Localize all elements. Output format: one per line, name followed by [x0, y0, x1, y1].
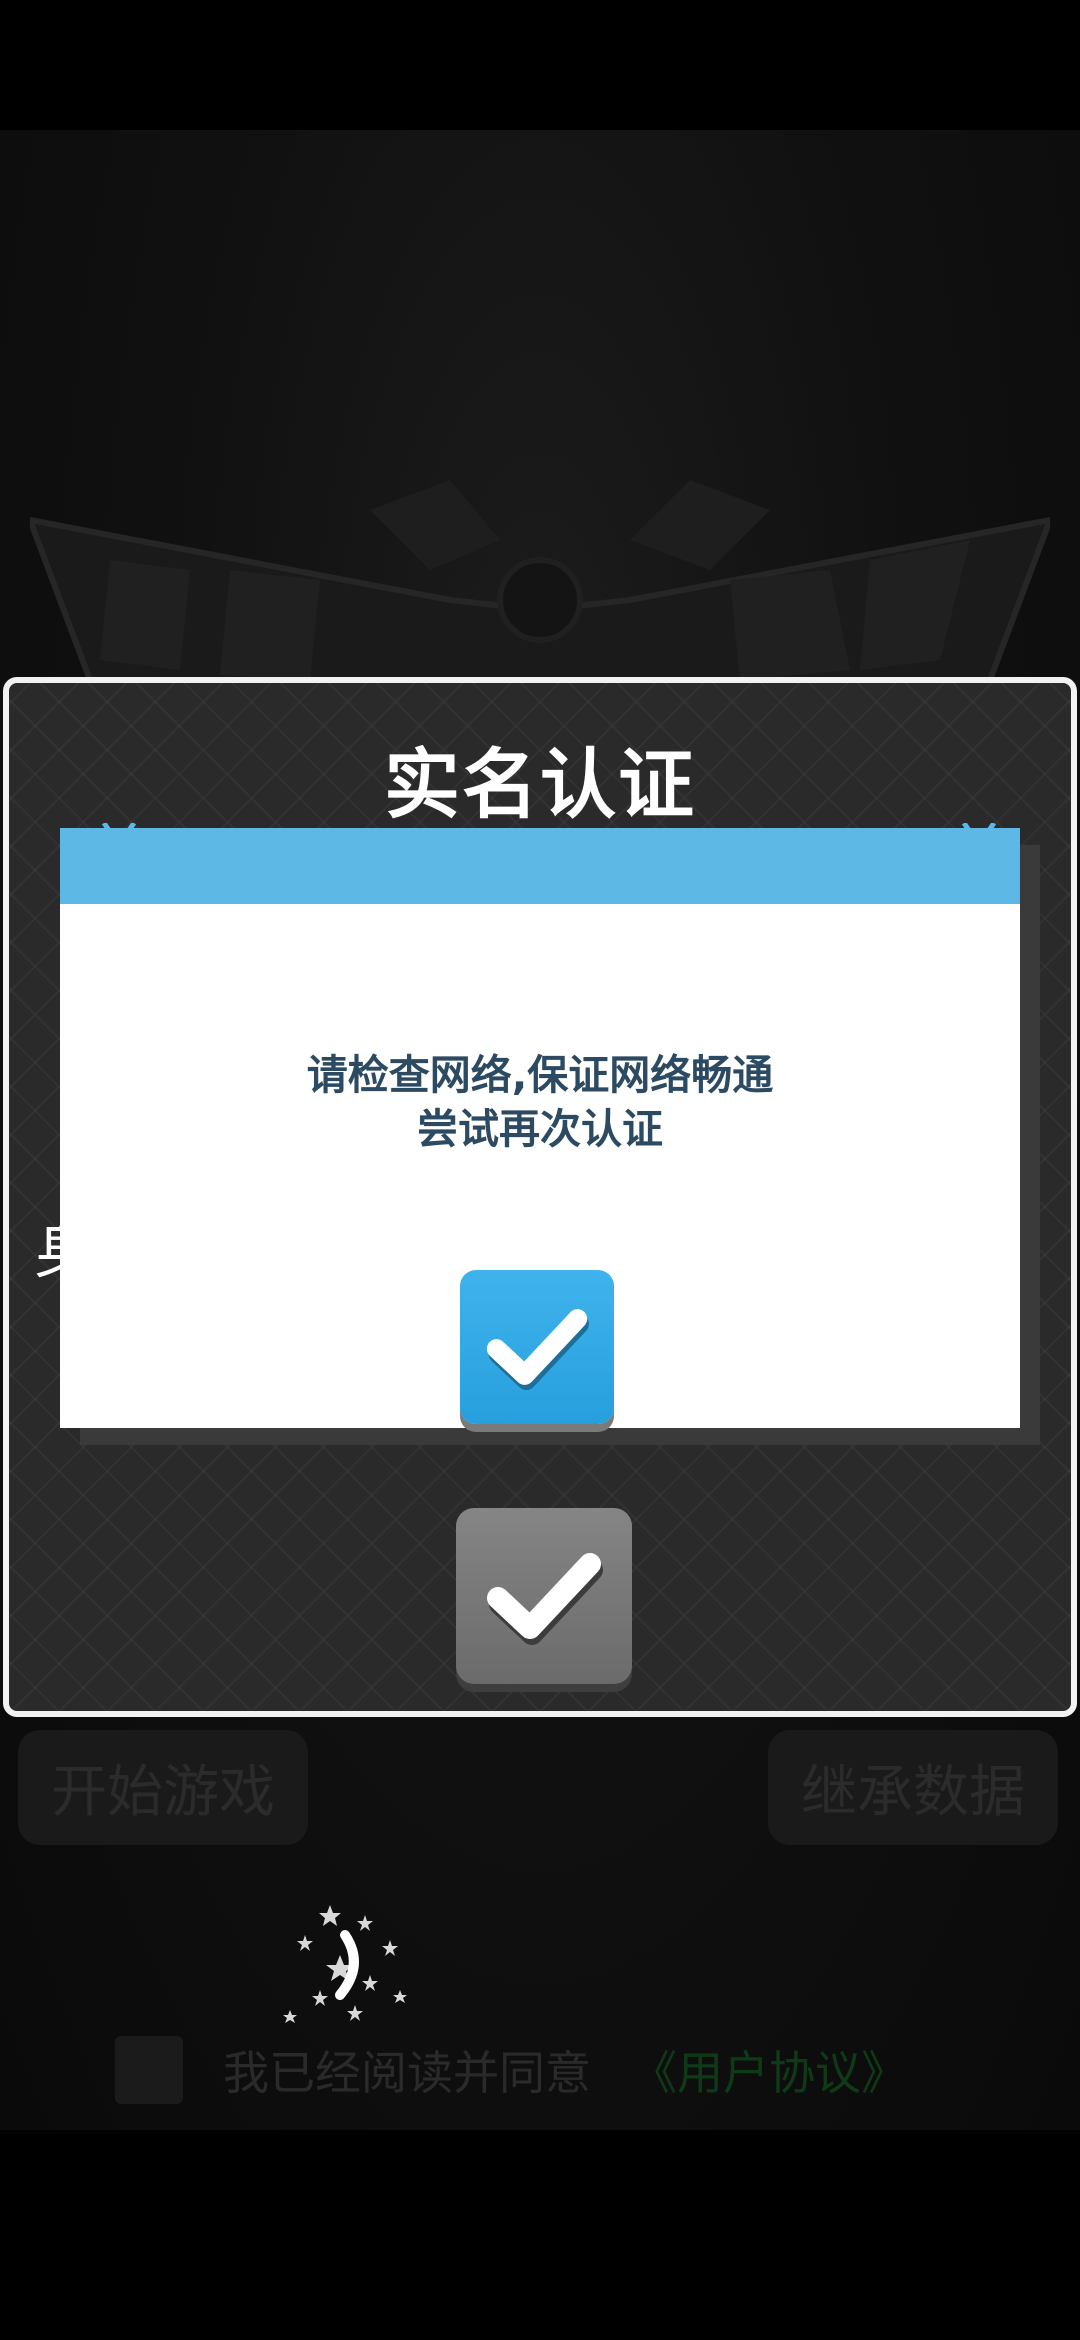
agreement-checkbox	[115, 2036, 183, 2104]
sparkle-effect	[283, 1905, 407, 2023]
alert-message-line2: 尝试再次认证	[417, 1105, 663, 1153]
alert-header-bar	[60, 828, 1020, 904]
checkmark-icon	[486, 1309, 589, 1391]
dialog-confirm-button[interactable]	[456, 1508, 632, 1684]
user-agreement-link: 《用户协议》	[631, 2046, 907, 2100]
alert-confirm-button[interactable]	[460, 1270, 614, 1424]
dialog-title: 实名认证	[384, 740, 696, 829]
agreement-row: 我已经阅读并同意 《用户协议》	[115, 2030, 907, 2110]
network-alert-dialog: 请检查网络,保证网络畅通 尝试再次认证	[60, 828, 1020, 1428]
game-logo	[30, 480, 1050, 694]
inherit-data-button: 继承数据	[768, 1730, 1058, 1845]
checkmark-icon	[487, 1553, 603, 1645]
game-screen: 开始游戏 继承数据 我已经阅读并同意 《用户协议》 实名认证 身	[0, 0, 1080, 2340]
alert-message: 请检查网络,保证网络畅通 尝试再次认证	[60, 1048, 1020, 1156]
alert-message-line1: 请检查网络,保证网络畅通	[306, 1051, 774, 1099]
start-game-button: 开始游戏	[18, 1730, 308, 1845]
agreement-text: 我已经阅读并同意	[223, 2046, 591, 2100]
